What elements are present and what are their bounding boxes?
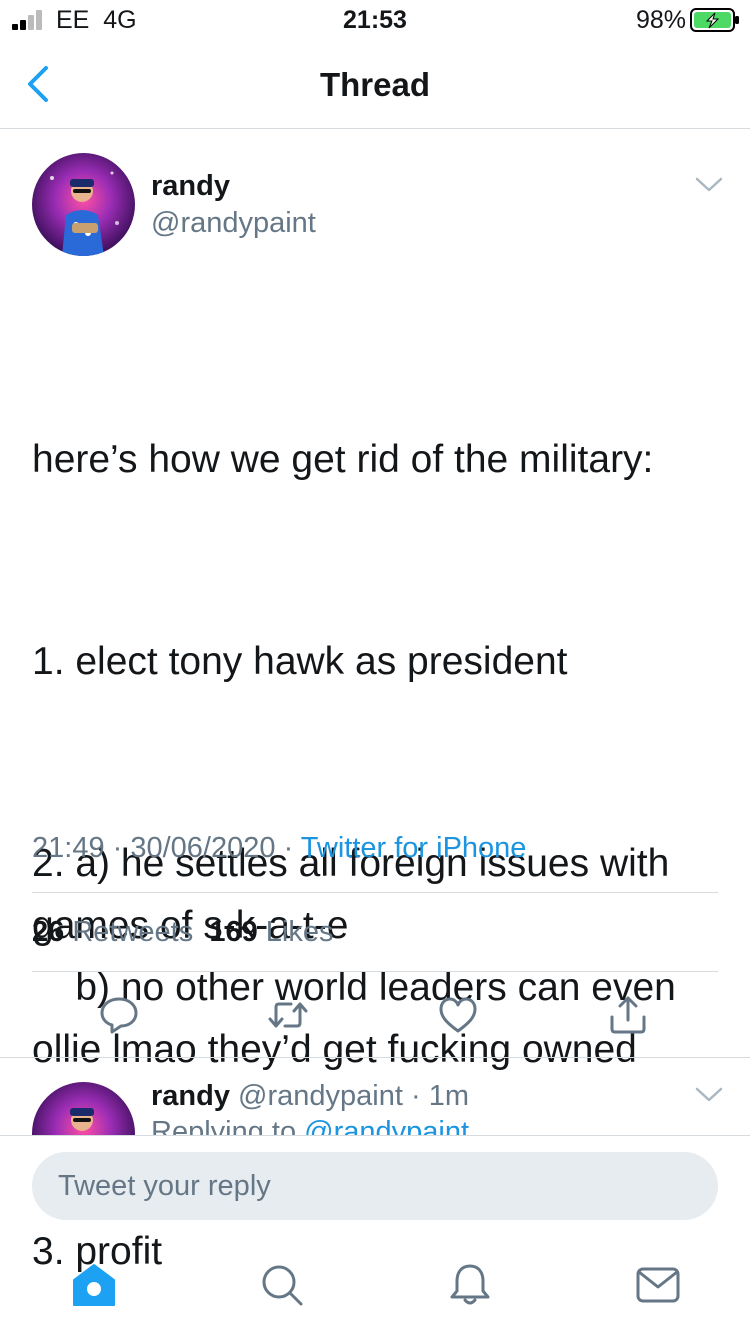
chevron-down-icon[interactable] (694, 176, 724, 194)
divider (32, 892, 718, 893)
reply-tweet[interactable]: randy @randypaint · 1m Replying to @rand… (0, 1058, 750, 1135)
likes-stat[interactable]: 169 Likes (209, 916, 333, 948)
share-icon[interactable] (607, 995, 649, 1035)
home-icon[interactable] (71, 1262, 117, 1308)
tweet-time: 21:49 (32, 832, 105, 864)
status-bar: EE 4G 21:53 98% (0, 0, 750, 40)
tweet-line: 1. elect tony hawk as president (32, 640, 568, 683)
replying-to: Replying to @randypaint (151, 1116, 470, 1135)
retweet-icon[interactable] (267, 995, 309, 1035)
battery-charging-icon (690, 8, 739, 32)
navigation-bar: Thread (0, 40, 750, 129)
retweets-stat[interactable]: 26 Retweets (32, 916, 193, 948)
author-name[interactable]: randy (151, 170, 230, 203)
tweet-line: here’s how we get rid of the military: (32, 438, 654, 481)
tweet-source-link[interactable]: Twitter for iPhone (301, 832, 527, 864)
like-icon[interactable] (437, 995, 479, 1035)
chevron-down-icon[interactable] (694, 1086, 724, 1104)
notifications-icon[interactable] (447, 1262, 493, 1308)
tweet-line: 3. profit (32, 1230, 163, 1273)
messages-icon[interactable] (635, 1262, 681, 1308)
page-title: Thread (319, 66, 431, 103)
tweet-line: 2. a) he settles all foreign issues with… (32, 842, 676, 1071)
avatar[interactable] (32, 1082, 135, 1135)
reply-icon[interactable] (98, 995, 140, 1035)
reply-author: randy @randypaint · 1m (151, 1080, 469, 1112)
reply-input[interactable] (32, 1152, 718, 1220)
tweet-stats: 26 Retweets 169 Likes (32, 916, 334, 949)
tweet-date: 30/06/2020 (130, 832, 276, 864)
tweet-timestamp: 21:49 · 30/06/2020 · Twitter for iPhone (32, 832, 527, 864)
battery-percent: 98% (636, 6, 687, 34)
composer-divider (0, 1135, 750, 1136)
divider (32, 971, 718, 972)
search-icon[interactable] (259, 1262, 305, 1308)
author-handle[interactable]: @randypaint (151, 207, 316, 240)
avatar[interactable] (32, 153, 135, 256)
